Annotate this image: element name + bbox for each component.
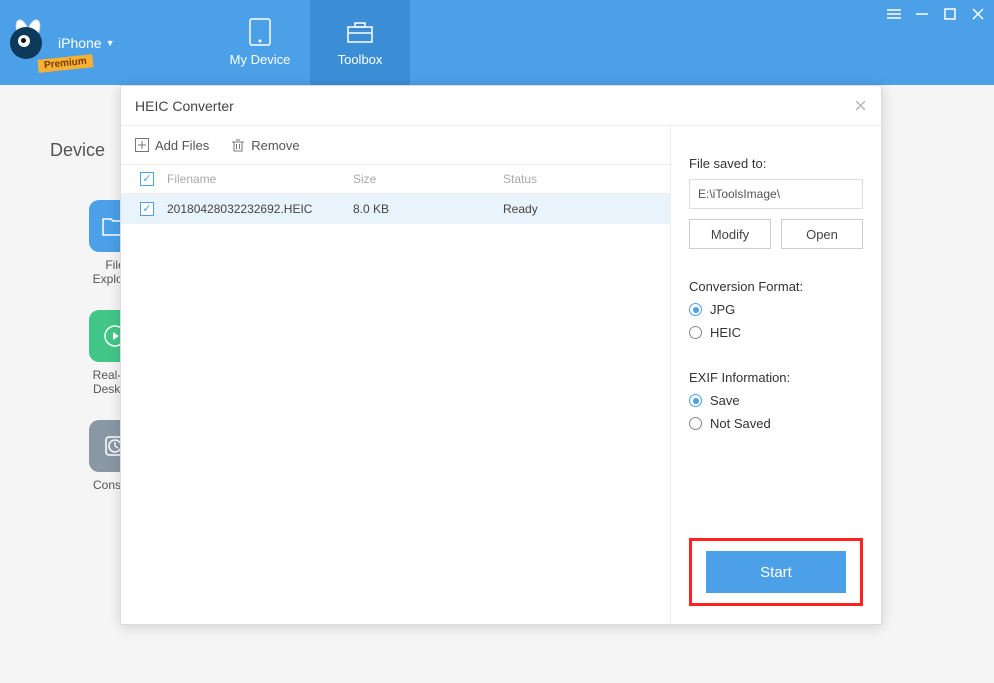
device-name: iPhone	[58, 35, 102, 51]
minimize-icon[interactable]	[914, 6, 930, 22]
premium-badge: Premium	[37, 54, 93, 73]
radio-icon	[689, 326, 702, 339]
plus-icon	[135, 138, 149, 152]
radio-label: Save	[710, 393, 740, 408]
row-checkbox[interactable]	[140, 202, 154, 216]
format-option-heic[interactable]: HEIC	[689, 325, 863, 340]
table-header: Filename Size Status	[121, 164, 670, 194]
settings-pane: File saved to: Modify Open Conversion Fo…	[671, 126, 881, 624]
open-button[interactable]: Open	[781, 219, 863, 249]
exif-label: EXIF Information:	[689, 370, 863, 385]
format-option-jpg[interactable]: JPG	[689, 302, 863, 317]
content-area: Device File Explorer Real-tim Desktop Co…	[0, 85, 994, 683]
top-bar: Premium iPhone ▼ My Device Toolbox	[0, 0, 994, 85]
nav-tabs: My Device Toolbox	[210, 0, 410, 85]
format-label: Conversion Format:	[689, 279, 863, 294]
dialog-titlebar: HEIC Converter ×	[121, 86, 881, 126]
dialog-toolbar: Add Files Remove	[121, 126, 670, 164]
tablet-icon	[243, 18, 277, 46]
logo-area: Premium iPhone ▼	[0, 0, 210, 85]
radio-label: JPG	[710, 302, 735, 317]
add-files-button[interactable]: Add Files	[135, 138, 209, 153]
radio-label: HEIC	[710, 325, 741, 340]
start-highlight-box: Start	[689, 538, 863, 606]
section-title: Device	[50, 140, 105, 161]
exif-option-save[interactable]: Save	[689, 393, 863, 408]
radio-icon	[689, 303, 702, 316]
window-controls	[886, 6, 986, 22]
saved-to-label: File saved to:	[689, 156, 863, 171]
dialog-title: HEIC Converter	[135, 98, 234, 114]
select-all-checkbox[interactable]	[140, 172, 154, 186]
start-button[interactable]: Start	[706, 551, 846, 593]
add-files-label: Add Files	[155, 138, 209, 153]
menu-icon[interactable]	[886, 6, 902, 22]
dialog-close-icon[interactable]: ×	[854, 95, 867, 117]
radio-icon	[689, 394, 702, 407]
modify-button[interactable]: Modify	[689, 219, 771, 249]
chevron-down-icon: ▼	[106, 38, 115, 48]
radio-icon	[689, 417, 702, 430]
trash-icon	[231, 138, 245, 152]
save-path-input[interactable]	[689, 179, 863, 209]
table-row[interactable]: 20180428032232692.HEIC 8.0 KB Ready	[121, 194, 670, 224]
remove-label: Remove	[251, 138, 299, 153]
close-icon[interactable]	[970, 6, 986, 22]
remove-button[interactable]: Remove	[231, 138, 299, 153]
maximize-icon[interactable]	[942, 6, 958, 22]
tab-label: Toolbox	[338, 52, 383, 67]
column-size: Size	[353, 172, 503, 186]
column-filename: Filename	[163, 172, 353, 186]
tab-my-device[interactable]: My Device	[210, 0, 310, 85]
file-list-pane: Add Files Remove Filename Size Status	[121, 126, 671, 624]
radio-label: Not Saved	[710, 416, 771, 431]
cell-size: 8.0 KB	[353, 202, 503, 216]
heic-converter-dialog: HEIC Converter × Add Files Re	[120, 85, 882, 625]
column-status: Status	[503, 172, 670, 186]
cell-filename: 20180428032232692.HEIC	[163, 202, 353, 216]
tab-toolbox[interactable]: Toolbox	[310, 0, 410, 85]
tab-label: My Device	[230, 52, 291, 67]
exif-option-not-saved[interactable]: Not Saved	[689, 416, 863, 431]
app-logo-icon	[10, 27, 42, 59]
cell-status: Ready	[503, 202, 670, 216]
device-selector[interactable]: iPhone ▼	[58, 35, 115, 51]
toolbox-icon	[343, 18, 377, 46]
